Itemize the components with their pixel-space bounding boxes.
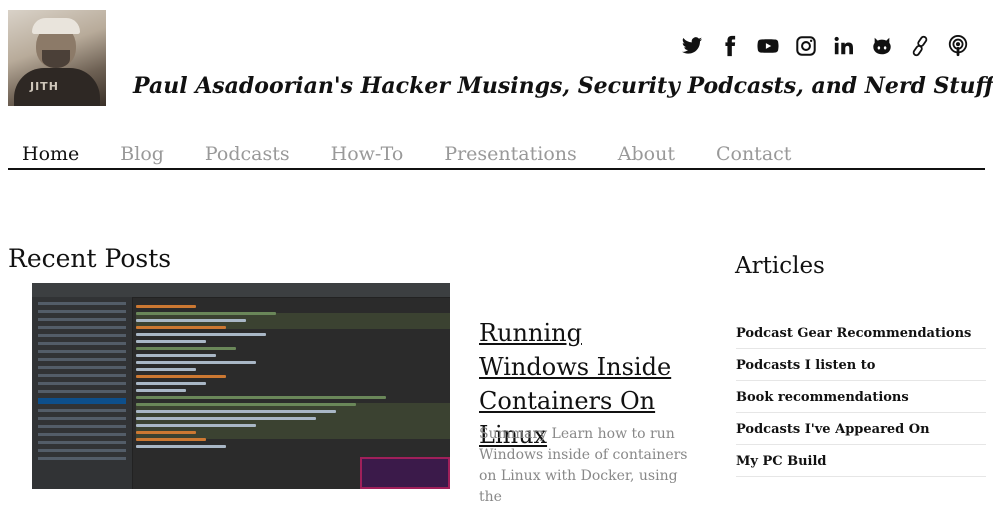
article-link[interactable]: Podcast Gear Recommendations [736, 318, 986, 349]
twitter-icon[interactable] [681, 35, 703, 57]
nav-blog[interactable]: Blog [106, 143, 178, 168]
site-title[interactable]: Paul Asadoorian's Hacker Musings, Securi… [133, 73, 993, 99]
nav-presentations[interactable]: Presentations [430, 143, 590, 168]
nav-about[interactable]: About [604, 143, 689, 168]
youtube-icon[interactable] [757, 35, 779, 57]
link-icon[interactable] [909, 35, 931, 57]
podcast-icon[interactable] [947, 35, 969, 57]
articles-heading: Articles [735, 253, 825, 279]
nav-contact[interactable]: Contact [702, 143, 805, 168]
recent-posts-heading: Recent Posts [8, 244, 172, 273]
avatar-shirt-text: JITH [30, 80, 59, 93]
avatar: JITH [8, 10, 106, 106]
nav-how-to[interactable]: How-To [317, 143, 418, 168]
nav-podcasts[interactable]: Podcasts [191, 143, 304, 168]
linkedin-icon[interactable] [833, 35, 855, 57]
post-summary: Summary Learn how to run Windows inside … [479, 426, 688, 505]
articles-list: Podcast Gear Recommendations Podcasts I … [736, 318, 986, 478]
article-link[interactable]: Podcasts I've Appeared On [736, 414, 986, 445]
article-link[interactable]: Podcasts I listen to [736, 350, 986, 381]
facebook-icon[interactable] [719, 35, 741, 57]
nav-home[interactable]: Home [8, 143, 93, 168]
article-link[interactable]: My PC Build [736, 446, 986, 477]
main-nav: Home Blog Podcasts How-To Presentations … [8, 140, 985, 170]
article-link[interactable]: Book recommendations [736, 382, 986, 413]
post-thumbnail[interactable] [32, 283, 450, 489]
instagram-icon[interactable] [795, 35, 817, 57]
github-icon[interactable] [871, 35, 893, 57]
social-links [681, 35, 969, 57]
